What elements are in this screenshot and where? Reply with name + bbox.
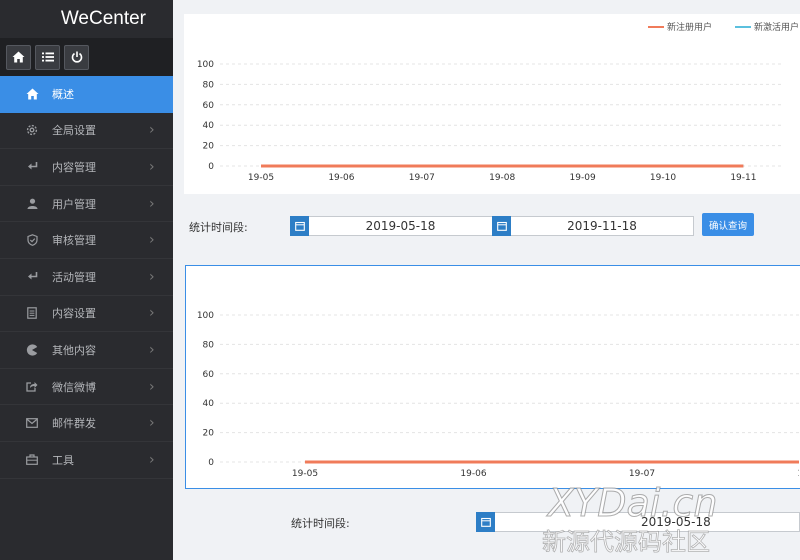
list-icon bbox=[41, 52, 54, 62]
sidebar-item-label: 全局设置 bbox=[52, 124, 96, 138]
user-stats-chart-panel: 0 20 40 60 80 100 19-05 19-06 19-07 19-08 19-09 19-… bbox=[184, 14, 800, 194]
x-tick-label: 19-09 bbox=[570, 173, 596, 183]
sidebar-item-content-settings[interactable]: 内容设置 › bbox=[0, 296, 173, 333]
end-date-value[interactable]: 2019-11-18 bbox=[511, 219, 693, 233]
sidebar-item-other-content[interactable]: 其他内容 › bbox=[0, 332, 173, 369]
y-tick-label: 100 bbox=[197, 60, 214, 70]
y-tick-label: 60 bbox=[203, 101, 215, 111]
home-icon bbox=[12, 51, 25, 63]
chevron-right-icon: › bbox=[149, 232, 155, 249]
list-button[interactable] bbox=[35, 44, 60, 70]
sidebar-item-label: 活动管理 bbox=[52, 270, 96, 284]
y-tick-label: 0 bbox=[208, 162, 214, 172]
sidebar: WeCenter 概述 全局设置 › 内容管理 › 用户管理 › 审核管理 › … bbox=[0, 0, 173, 560]
sidebar-item-wechat-weibo[interactable]: 微信微博 › bbox=[0, 369, 173, 406]
y-tick-label: 100 bbox=[197, 311, 214, 321]
pacman-icon bbox=[0, 344, 52, 356]
chevron-right-icon: › bbox=[149, 158, 155, 175]
x-tick-label: 19-06 bbox=[460, 469, 486, 479]
y-tick-label: 40 bbox=[203, 121, 215, 131]
calendar-icon[interactable] bbox=[290, 215, 309, 236]
sidebar-item-tools[interactable]: 工具 › bbox=[0, 442, 173, 479]
start-date-field[interactable]: 2019-05-18 bbox=[290, 215, 493, 236]
sidebar-item-label: 审核管理 bbox=[52, 234, 96, 248]
sidebar-item-content-manage[interactable]: 内容管理 › bbox=[0, 149, 173, 186]
confirm-query-button[interactable]: 确认查询 bbox=[702, 213, 754, 236]
calendar-icon[interactable] bbox=[476, 511, 495, 532]
chevron-right-icon: › bbox=[149, 195, 155, 212]
power-icon bbox=[71, 51, 82, 63]
sidebar-item-label: 概述 bbox=[52, 87, 74, 101]
x-tick-label: 19-07 bbox=[629, 469, 655, 479]
toolbox-icon bbox=[0, 454, 52, 466]
x-tick-label: 19-10 bbox=[650, 173, 676, 183]
sidebar-menu: 概述 全局设置 › 内容管理 › 用户管理 › 审核管理 › 活动管理 › 内容… bbox=[0, 76, 173, 479]
chevron-right-icon: › bbox=[149, 122, 155, 139]
chevron-right-icon: › bbox=[149, 415, 155, 432]
x-tick-label: 19-06 bbox=[328, 173, 354, 183]
y-tick-label: 40 bbox=[203, 399, 215, 409]
gear-icon bbox=[0, 124, 52, 136]
end-date-field[interactable]: 2019-11-18 bbox=[492, 215, 694, 236]
y-tick-label: 20 bbox=[203, 429, 215, 439]
mail-icon bbox=[0, 418, 52, 429]
y-tick-label: 0 bbox=[208, 458, 214, 468]
legend-label: 新注册用户 bbox=[667, 21, 712, 33]
sidebar-item-overview[interactable]: 概述 bbox=[0, 76, 173, 113]
sidebar-item-label: 内容设置 bbox=[52, 307, 96, 321]
sidebar-item-label: 用户管理 bbox=[52, 197, 96, 211]
chevron-right-icon: › bbox=[149, 341, 155, 358]
sidebar-item-label: 微信微博 bbox=[52, 380, 96, 394]
sidebar-item-label: 邮件群发 bbox=[52, 417, 96, 431]
user-icon bbox=[0, 198, 52, 210]
x-tick-label: 19-07 bbox=[409, 173, 435, 183]
start-date-field-2[interactable]: 2019-05-18 bbox=[476, 511, 800, 532]
legend-label: 新激活用户 bbox=[754, 21, 799, 33]
y-tick-label: 20 bbox=[203, 142, 215, 152]
sidebar-item-review-manage[interactable]: 审核管理 › bbox=[0, 222, 173, 259]
sidebar-item-user-manage[interactable]: 用户管理 › bbox=[0, 186, 173, 223]
content-stats-chart-panel: 0 20 40 60 80 100 19-05 19-06 19-07 19-08 bbox=[185, 265, 800, 489]
start-date-value[interactable]: 2019-05-18 bbox=[495, 515, 799, 529]
watermark-subtext: 新源代源码社区 bbox=[542, 528, 710, 556]
x-tick-label: 19-08 bbox=[489, 173, 515, 183]
chevron-right-icon: › bbox=[149, 378, 155, 395]
sidebar-item-mass-mail[interactable]: 邮件群发 › bbox=[0, 405, 173, 442]
date-range-label: 统计时间段: bbox=[291, 517, 350, 530]
sidebar-item-activity-manage[interactable]: 活动管理 › bbox=[0, 259, 173, 296]
content-stats-chart: 0 20 40 60 80 100 19-05 19-06 19-07 19-08 bbox=[197, 311, 800, 479]
start-date-value[interactable]: 2019-05-18 bbox=[309, 219, 492, 233]
date-range-label: 统计时间段: bbox=[189, 221, 248, 234]
y-tick-label: 80 bbox=[203, 80, 215, 90]
sidebar-item-global-settings[interactable]: 全局设置 › bbox=[0, 113, 173, 150]
x-tick-label: 19-08 bbox=[797, 469, 799, 479]
home-button[interactable] bbox=[6, 44, 31, 70]
x-tick-label: 19-05 bbox=[292, 469, 318, 479]
sidebar-item-label: 内容管理 bbox=[52, 160, 96, 174]
x-tick-label: 19-11 bbox=[730, 173, 756, 183]
x-tick-label: 19-05 bbox=[248, 173, 274, 183]
share-icon bbox=[0, 381, 52, 392]
sidebar-item-label: 其他内容 bbox=[52, 343, 96, 357]
chevron-right-icon: › bbox=[149, 268, 155, 285]
y-tick-label: 80 bbox=[203, 340, 215, 350]
brand-logo: WeCenter bbox=[0, 0, 173, 38]
user-stats-chart: 0 20 40 60 80 100 19-05 19-06 19-07 19-08 19-09 19-… bbox=[197, 21, 799, 183]
chevron-right-icon: › bbox=[149, 451, 155, 468]
calendar-icon[interactable] bbox=[492, 215, 511, 236]
home-icon bbox=[0, 88, 52, 100]
document-icon bbox=[0, 307, 52, 320]
filter-row-1: 统计时间段: bbox=[189, 219, 248, 235]
reply-arrow-icon bbox=[0, 271, 52, 282]
quick-actions bbox=[0, 38, 173, 76]
chevron-right-icon: › bbox=[149, 305, 155, 322]
sidebar-item-label: 工具 bbox=[52, 453, 74, 467]
shield-icon bbox=[0, 234, 52, 247]
logout-button[interactable] bbox=[64, 44, 89, 70]
reply-arrow-icon bbox=[0, 161, 52, 172]
y-tick-label: 60 bbox=[203, 370, 215, 380]
filter-row-2: 统计时间段: bbox=[291, 515, 350, 531]
